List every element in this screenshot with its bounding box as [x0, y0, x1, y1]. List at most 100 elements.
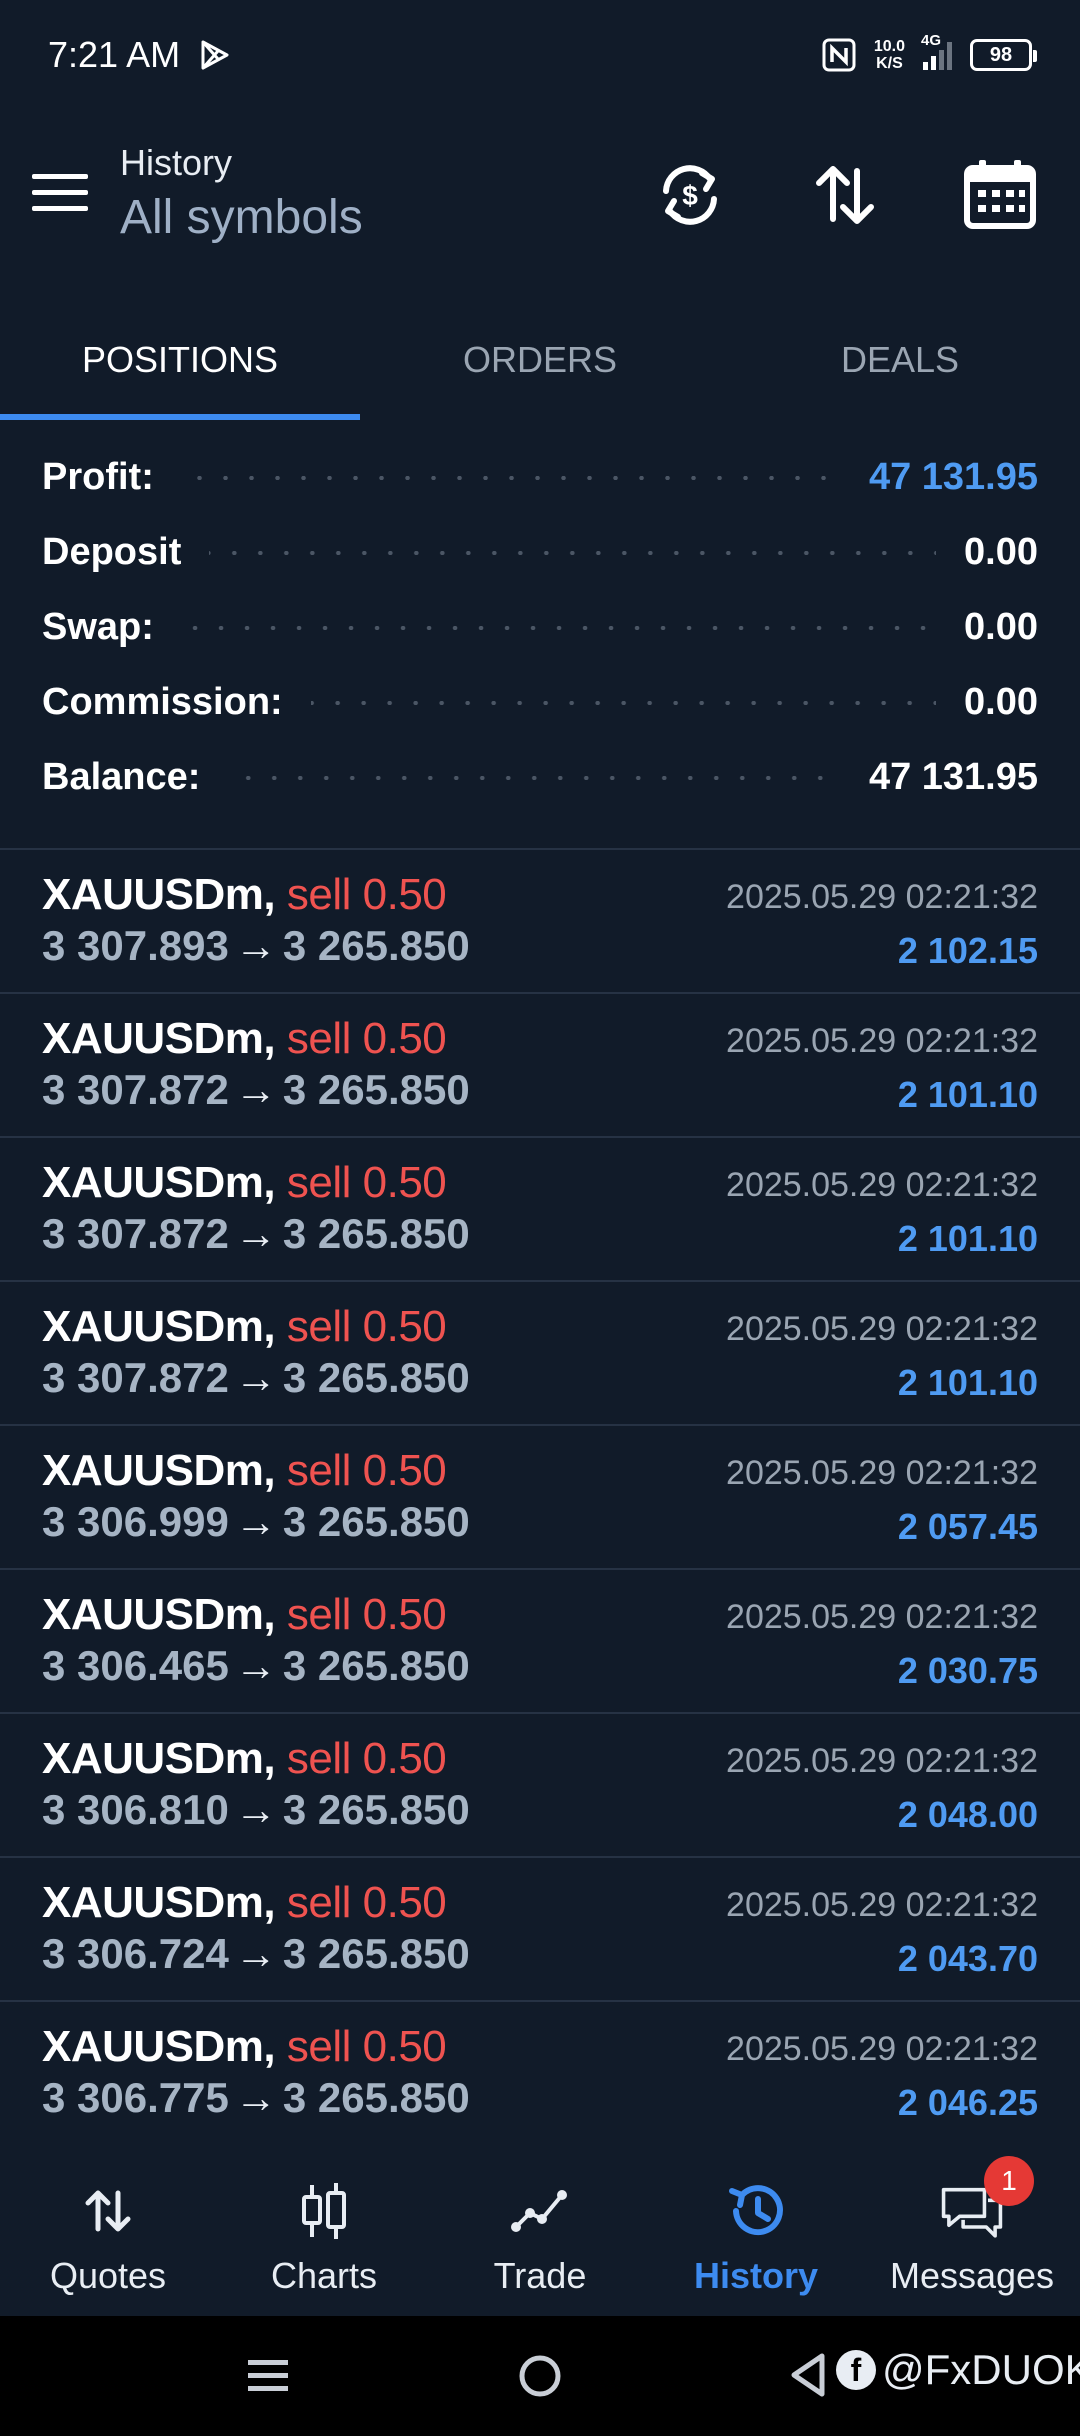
- calendar-button[interactable]: [955, 150, 1045, 240]
- close-price: 3 265.850: [282, 2074, 470, 2121]
- list-item[interactable]: XAUUSDm, sell 0.50 3 307.872 → 3 265.850 2…: [0, 1136, 1080, 1280]
- candlestick-icon: [302, 2183, 346, 2239]
- close-price: 3 265.850: [282, 1498, 470, 1545]
- deal-profit: 2 101.10: [897, 1074, 1038, 1115]
- list-item[interactable]: XAUUSDm, sell 0.50 3 306.999 → 3 265.850 2…: [0, 1424, 1080, 1568]
- nav-trade[interactable]: Trade: [432, 2150, 648, 2316]
- deal-side: sell 0.50: [286, 870, 447, 919]
- deal-time: 2025.05.29 02:21:32: [726, 1742, 1038, 1780]
- deal-side: sell 0.50: [286, 1590, 447, 1639]
- open-price: 3 307.872: [42, 1066, 229, 1113]
- deal-time: 2025.05.29 02:21:32: [726, 1310, 1038, 1348]
- network-speed-unit: K/S: [876, 55, 903, 72]
- nfc-icon: [822, 38, 856, 72]
- sort-button[interactable]: [800, 150, 890, 240]
- dotted-leader: [181, 475, 841, 480]
- deal-side: sell 0.50: [286, 1734, 447, 1783]
- arrow-right-icon: →: [234, 1210, 277, 1257]
- list-item[interactable]: XAUUSDm, sell 0.50 3 307.893 → 3 265.850 2…: [0, 848, 1080, 992]
- open-price: 3 306.465: [42, 1642, 229, 1689]
- calendar-icon: [964, 160, 1036, 229]
- arrow-right-icon: →: [234, 1786, 277, 1833]
- open-price: 3 307.893: [42, 922, 229, 969]
- battery-icon: 98: [970, 39, 1037, 71]
- arrow-right-icon: →: [234, 1066, 277, 1113]
- close-price: 3 265.850: [282, 1066, 470, 1113]
- deal-symbol: XAUUSDm,: [42, 1734, 276, 1783]
- app-header: History All symbols $: [0, 120, 1080, 270]
- list-item[interactable]: XAUUSDm, sell 0.50 3 306.775 → 3 265.850 2…: [0, 2000, 1080, 2144]
- deposit-label: Deposit: [42, 531, 182, 573]
- arrow-right-icon: →: [234, 1354, 277, 1401]
- tab-deals[interactable]: DEALS: [720, 300, 1080, 420]
- list-item[interactable]: XAUUSDm, sell 0.50 3 307.872 → 3 265.850 2…: [0, 1280, 1080, 1424]
- tab-positions[interactable]: POSITIONS: [0, 300, 360, 420]
- recent-apps-icon[interactable]: [246, 2354, 290, 2398]
- back-icon[interactable]: [790, 2352, 826, 2398]
- deal-symbol: XAUUSDm,: [42, 1878, 276, 1927]
- deal-time: 2025.05.29 02:21:32: [726, 1598, 1038, 1636]
- deal-side: sell 0.50: [286, 1446, 447, 1495]
- balance-label: Balance:: [42, 756, 201, 798]
- facebook-icon: f: [836, 2350, 876, 2390]
- arrow-right-icon: →: [234, 1642, 277, 1689]
- nav-charts[interactable]: Charts: [216, 2150, 432, 2316]
- deal-profit: 2 046.25: [897, 2082, 1038, 2123]
- menu-icon[interactable]: [32, 170, 88, 214]
- close-price: 3 265.850: [282, 1786, 470, 1833]
- deal-side: sell 0.50: [286, 2022, 447, 2071]
- open-price: 3 307.872: [42, 1354, 229, 1401]
- deal-side: sell 0.50: [286, 1302, 447, 1351]
- deal-profit: 2 048.00: [897, 1794, 1038, 1835]
- open-price: 3 306.999: [42, 1498, 229, 1545]
- arrow-right-icon: →: [234, 2074, 277, 2121]
- nav-messages[interactable]: Messages 1: [864, 2150, 1080, 2316]
- currency-exchange-icon: $: [663, 165, 717, 225]
- balance-value: 47 131.95: [868, 756, 1038, 798]
- deal-time: 2025.05.29 02:21:32: [726, 1022, 1038, 1060]
- list-item[interactable]: XAUUSDm, sell 0.50 3 306.810 → 3 265.850 2…: [0, 1712, 1080, 1856]
- summary-row-balance: Balance: 47 131.95: [0, 740, 1080, 815]
- nav-label: History: [693, 2255, 819, 2296]
- list-item[interactable]: XAUUSDm, sell 0.50 3 307.872 → 3 265.850 2…: [0, 992, 1080, 1136]
- svg-text:$: $: [682, 180, 698, 211]
- deal-profit: 2 043.70: [897, 1938, 1038, 1979]
- trade-line-icon: [511, 2190, 567, 2232]
- dotted-leader: [209, 550, 937, 555]
- commission-value: 0.00: [964, 681, 1038, 723]
- dotted-leader: [228, 775, 841, 780]
- nav-history[interactable]: History: [648, 2150, 864, 2316]
- close-price: 3 265.850: [282, 1210, 470, 1257]
- deal-profit: 2 101.10: [897, 1218, 1038, 1259]
- home-icon[interactable]: [518, 2354, 562, 2398]
- signal-icon: 4G: [921, 32, 952, 70]
- page-title: History: [120, 142, 233, 183]
- deal-symbol: XAUUSDm,: [42, 1302, 276, 1351]
- system-navigation-bar: f @FxDUOK: [0, 2316, 1080, 2436]
- close-price: 3 265.850: [282, 1354, 470, 1401]
- symbol-filter[interactable]: All symbols: [120, 190, 363, 245]
- deal-time: 2025.05.29 02:21:32: [726, 1886, 1038, 1924]
- deal-symbol: XAUUSDm,: [42, 870, 276, 919]
- sort-icon: [816, 166, 874, 224]
- watermark-text: @FxDUOK: [882, 2346, 1080, 2393]
- history-clock-icon: [729, 2185, 783, 2236]
- currency-exchange-button[interactable]: $: [645, 150, 735, 240]
- list-item[interactable]: XAUUSDm, sell 0.50 3 306.465 → 3 265.850 2…: [0, 1568, 1080, 1712]
- nav-quotes[interactable]: Quotes: [0, 2150, 216, 2316]
- deal-side: sell 0.50: [286, 1158, 447, 1207]
- status-time: 7:21 AM: [48, 34, 181, 75]
- deal-profit: 2 101.10: [897, 1362, 1038, 1403]
- deal-time: 2025.05.29 02:21:32: [726, 878, 1038, 916]
- nav-label: Quotes: [49, 2255, 167, 2296]
- deal-symbol: XAUUSDm,: [42, 1014, 276, 1063]
- open-price: 3 306.724: [42, 1930, 229, 1977]
- deal-time: 2025.05.29 02:21:32: [726, 1454, 1038, 1492]
- commission-label: Commission:: [42, 681, 283, 723]
- arrow-right-icon: →: [234, 1498, 277, 1545]
- watermark: f @FxDUOK: [836, 2346, 1080, 2394]
- list-item[interactable]: XAUUSDm, sell 0.50 3 306.724 → 3 265.850 2…: [0, 1856, 1080, 2000]
- unread-badge: 1: [984, 2156, 1034, 2206]
- close-price: 3 265.850: [282, 1642, 470, 1689]
- tab-orders[interactable]: ORDERS: [360, 300, 720, 420]
